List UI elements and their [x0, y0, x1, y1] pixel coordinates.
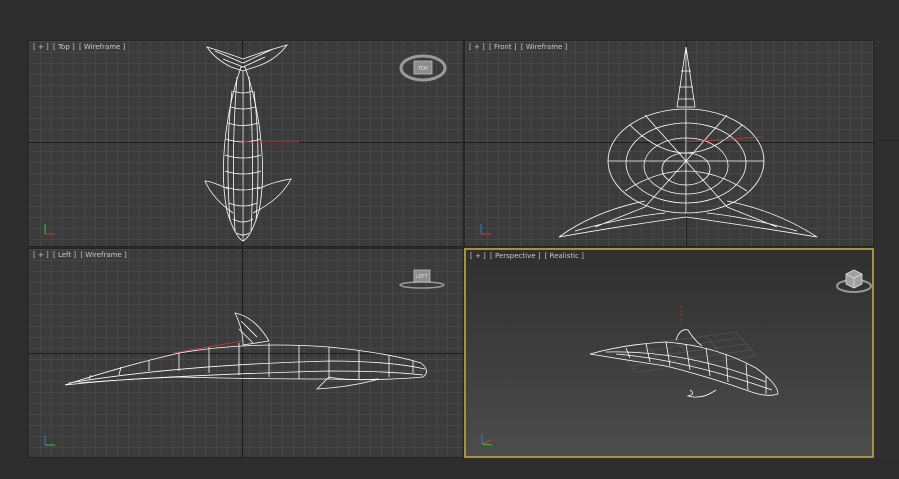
viewcube[interactable] — [834, 264, 874, 296]
viewport-front[interactable]: [ + ] [ Front ] [ Wireframe ] — [464, 40, 874, 247]
viewport-shading-menu[interactable]: [ Wireframe ] — [521, 43, 567, 51]
viewport-shading-menu[interactable]: [ Realistic ] — [545, 252, 584, 260]
viewcube-face-label: LEFT — [416, 274, 429, 280]
viewport-shading-menu[interactable]: [ Wireframe ] — [79, 43, 125, 51]
viewport-label-top: [ + ] [ Top ] [ Wireframe ] — [33, 43, 127, 51]
axis-gizmo-icon — [480, 224, 491, 235]
viewport-view-menu[interactable]: [ Left ] — [53, 251, 76, 259]
viewport-perspective[interactable]: [ + ] [ Perspective ] [ Realistic ] — [464, 248, 874, 458]
viewport-plus-menu[interactable]: [ + ] — [33, 43, 49, 51]
viewport-left[interactable]: LEFT [ + ] [ Left ] [ Wireframe ] — [28, 248, 464, 458]
menu-area — [0, 0, 899, 40]
dolphin-wireframe-front[interactable] — [465, 41, 874, 247]
viewcube-face-label: TOP — [417, 66, 428, 72]
viewport-view-menu[interactable]: [ Front ] — [489, 43, 517, 51]
viewcube[interactable]: LEFT — [397, 267, 447, 291]
status-bar-area — [0, 458, 899, 479]
viewport-top[interactable]: TOP [ + ] [ Top ] [ Wireframe ] — [28, 40, 464, 247]
left-toolbar-area — [0, 40, 28, 479]
axis-gizmo-icon — [44, 224, 55, 235]
viewport-label-perspective: [ + ] [ Perspective ] [ Realistic ] — [470, 252, 586, 260]
viewport-shading-menu[interactable]: [ Wireframe ] — [80, 251, 126, 259]
viewport-plus-menu[interactable]: [ + ] — [469, 43, 485, 51]
command-panel-area — [874, 40, 899, 458]
axis-gizmo-icon — [44, 435, 55, 446]
viewport-plus-menu[interactable]: [ + ] — [470, 252, 486, 260]
dolphin-wireframe-perspective[interactable] — [466, 250, 872, 456]
viewport-plus-menu[interactable]: [ + ] — [33, 251, 49, 259]
axis-gizmo-icon — [481, 434, 493, 446]
viewport-label-front: [ + ] [ Front ] [ Wireframe ] — [469, 43, 569, 51]
home-grid — [615, 331, 757, 373]
viewport-view-menu[interactable]: [ Top ] — [53, 43, 75, 51]
viewcube[interactable]: TOP — [399, 53, 447, 83]
viewport-label-left: [ + ] [ Left ] [ Wireframe ] — [33, 251, 129, 259]
viewport-view-menu[interactable]: [ Perspective ] — [490, 252, 540, 260]
